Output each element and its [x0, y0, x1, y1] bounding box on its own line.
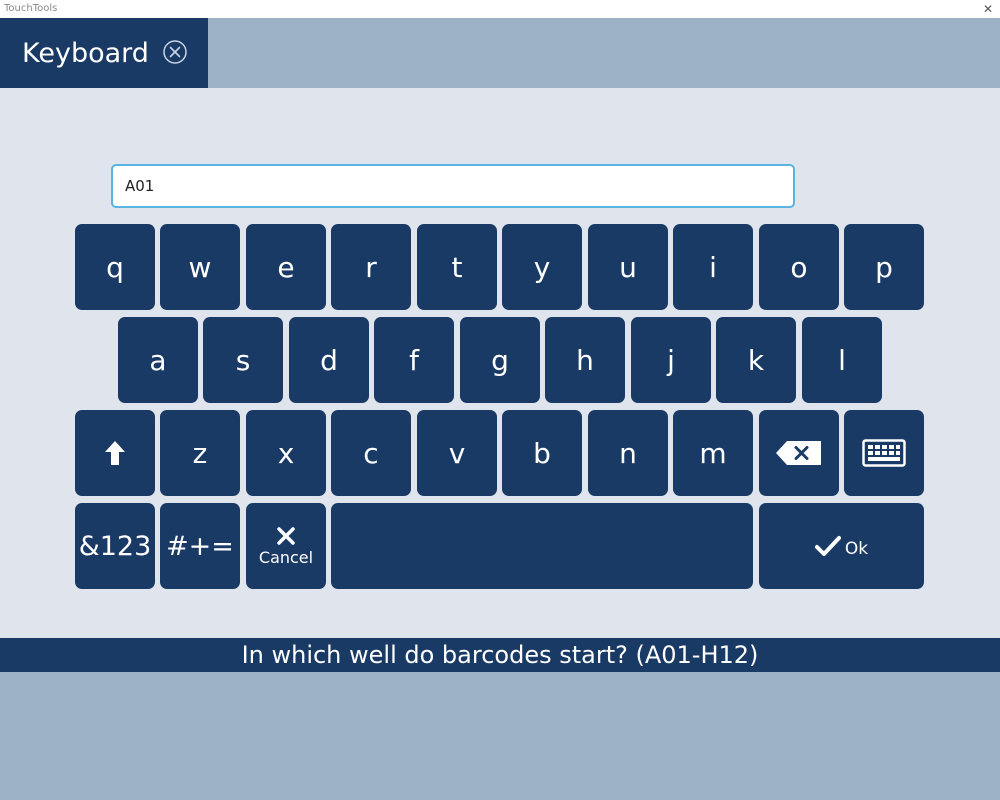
key-label: o — [790, 250, 808, 284]
key-c[interactable]: c — [331, 410, 411, 496]
key-e[interactable]: e — [246, 224, 326, 310]
key-n[interactable]: n — [588, 410, 668, 496]
tab-label: Keyboard — [22, 38, 149, 69]
key-y[interactable]: y — [502, 224, 582, 310]
close-circle-icon[interactable] — [163, 40, 187, 64]
up-arrow-icon — [105, 441, 125, 465]
key-label: y — [533, 250, 551, 284]
key-label: b — [533, 436, 551, 470]
key-r[interactable]: r — [331, 224, 411, 310]
key-t[interactable]: t — [417, 224, 497, 310]
keyboard-icon — [862, 439, 906, 467]
checkmark-icon — [814, 536, 841, 556]
key-label: t — [451, 250, 463, 284]
key-label: h — [576, 343, 594, 377]
key-a[interactable]: a — [118, 317, 198, 403]
key-o[interactable]: o — [759, 224, 839, 310]
window-close-icon[interactable]: ✕ — [980, 0, 996, 18]
app-title: TouchTools — [4, 3, 58, 14]
key-label: w — [188, 250, 212, 284]
text-input[interactable]: A01 — [111, 164, 795, 208]
key-label: a — [149, 343, 167, 377]
key-label: x — [277, 436, 295, 470]
backspace-key[interactable] — [759, 410, 839, 496]
key-s[interactable]: s — [203, 317, 283, 403]
numbers-key[interactable]: &123 — [75, 503, 155, 589]
key-h[interactable]: h — [545, 317, 625, 403]
key-label: &123 — [78, 530, 152, 562]
key-label: v — [448, 436, 466, 470]
key-label: p — [875, 250, 893, 284]
key-v[interactable]: v — [417, 410, 497, 496]
hide-keyboard-key[interactable] — [844, 410, 924, 496]
key-l[interactable]: l — [802, 317, 882, 403]
space-key[interactable] — [331, 503, 753, 589]
key-p[interactable]: p — [844, 224, 924, 310]
shift-key[interactable] — [75, 410, 155, 496]
key-w[interactable]: w — [160, 224, 240, 310]
key-label: i — [709, 250, 717, 284]
keyboard-panel: A01 q w e r t y u i o p a s d f g h j k … — [0, 88, 1000, 638]
key-label: r — [365, 250, 377, 284]
cancel-button[interactable]: Cancel — [246, 503, 326, 589]
tab-keyboard[interactable]: Keyboard — [0, 18, 208, 88]
key-z[interactable]: z — [160, 410, 240, 496]
cancel-label: Cancel — [258, 547, 314, 567]
key-m[interactable]: m — [673, 410, 753, 496]
key-x[interactable]: x — [246, 410, 326, 496]
key-label: n — [619, 436, 637, 470]
ok-button[interactable]: Ok — [759, 503, 924, 589]
key-label: q — [106, 250, 124, 284]
key-j[interactable]: j — [631, 317, 711, 403]
key-g[interactable]: g — [460, 317, 540, 403]
key-label: s — [235, 343, 251, 377]
key-label: m — [699, 436, 727, 470]
key-label: z — [192, 436, 208, 470]
key-label: l — [838, 343, 846, 377]
key-f[interactable]: f — [374, 317, 454, 403]
key-label: g — [491, 343, 509, 377]
key-q[interactable]: q — [75, 224, 155, 310]
key-label: j — [667, 343, 675, 377]
ok-label: Ok — [844, 539, 869, 559]
key-label: k — [747, 343, 765, 377]
x-icon — [277, 526, 295, 545]
key-label: #+= — [166, 530, 234, 562]
prompt-text: In which well do barcodes start? (A01-H1… — [0, 638, 1000, 672]
key-label: u — [619, 250, 637, 284]
title-bar: TouchTools ✕ — [0, 0, 1000, 18]
key-u[interactable]: u — [588, 224, 668, 310]
key-b[interactable]: b — [502, 410, 582, 496]
key-label: c — [363, 436, 379, 470]
key-k[interactable]: k — [716, 317, 796, 403]
key-label: f — [409, 343, 419, 377]
backspace-icon — [776, 441, 821, 465]
key-label: e — [277, 250, 295, 284]
key-d[interactable]: d — [289, 317, 369, 403]
key-label: d — [320, 343, 338, 377]
symbols-key[interactable]: #+= — [160, 503, 240, 589]
key-i[interactable]: i — [673, 224, 753, 310]
header: Keyboard — [0, 18, 1000, 88]
